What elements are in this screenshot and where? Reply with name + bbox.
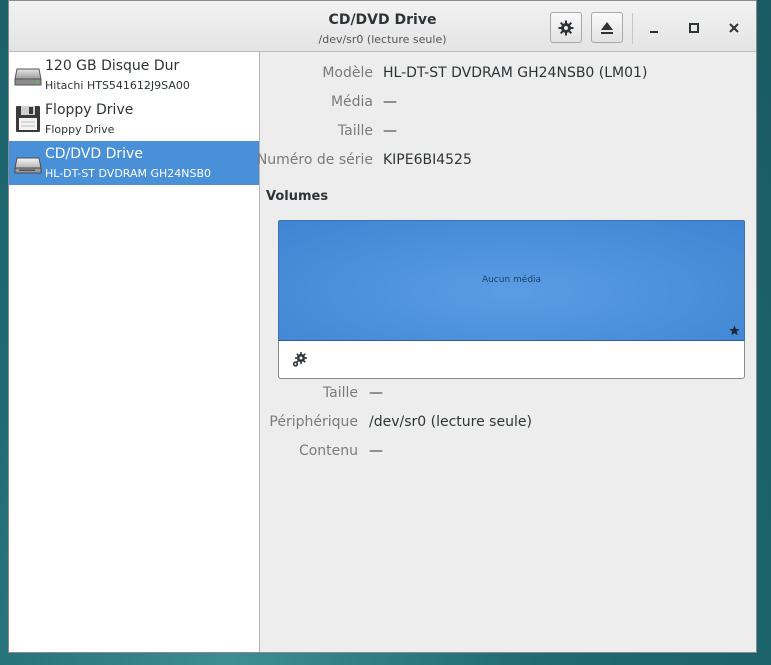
gear-icon [558, 20, 574, 35]
volumes-heading: Volumes [266, 189, 329, 204]
minimize-icon [650, 31, 658, 33]
device-description: Floppy Drive [45, 123, 115, 136]
prop-label: Taille [337, 123, 373, 139]
prop-value: — [383, 94, 397, 110]
device-name: CD/DVD Drive [45, 146, 143, 162]
prop-value: HL-DT-ST DVDRAM GH24NSB0 (LM01) [383, 65, 648, 81]
eject-button[interactable] [591, 12, 623, 43]
eject-icon [601, 21, 613, 34]
gears-icon[interactable] [291, 351, 309, 369]
drive-prop-size: Taille — [260, 123, 756, 143]
prop-label: Contenu [298, 443, 358, 459]
device-name: Floppy Drive [45, 102, 134, 118]
drive-details: Modèle HL-DT-ST DVDRAM GH24NSB0 (LM01) M… [256, 52, 756, 652]
drive-settings-button[interactable] [550, 12, 582, 43]
disks-window: CD/DVD Drive /dev/sr0 (lecture seule) 12… [8, 0, 757, 653]
maximize-button[interactable] [682, 16, 706, 40]
device-item-optical[interactable]: CD/DVD Drive HL-DT-ST DVDRAM GH24NSB0 [9, 141, 259, 185]
volume-prop-size: Taille — [260, 385, 756, 405]
drive-prop-serial: Numéro de série KIPE6BI4525 [256, 152, 756, 172]
volume-toolbar [278, 340, 745, 379]
device-item-hard-disk[interactable]: 120 GB Disque Dur Hitachi HTS541612J9SA0… [9, 53, 259, 97]
floppy-icon [16, 106, 40, 132]
volume-prop-device: Périphérique /dev/sr0 (lecture seule) [260, 414, 756, 434]
volume-empty-label: Aucun média [481, 275, 542, 285]
prop-value: — [369, 385, 383, 401]
close-button[interactable] [722, 16, 746, 40]
minimize-button[interactable] [642, 16, 666, 40]
drive-prop-model: Modèle HL-DT-ST DVDRAM GH24NSB0 (LM01) [260, 65, 756, 85]
device-item-floppy[interactable]: Floppy Drive Floppy Drive [9, 97, 259, 141]
prop-label: Taille [322, 385, 358, 401]
maximize-icon [689, 23, 699, 33]
volume-prop-content: Contenu — [260, 443, 756, 463]
device-description: HL-DT-ST DVDRAM GH24NSB0 [45, 167, 212, 180]
prop-value: — [369, 443, 383, 459]
header-bar: CD/DVD Drive /dev/sr0 (lecture seule) [9, 1, 756, 52]
prop-label: Numéro de série [256, 152, 373, 168]
prop-label: Modèle [322, 65, 373, 81]
device-list: 120 GB Disque Dur Hitachi HTS541612J9SA0… [9, 52, 260, 652]
prop-value: — [383, 123, 397, 139]
optical-drive-icon [14, 157, 42, 174]
device-name: 120 GB Disque Dur [45, 58, 180, 74]
star-icon [729, 325, 740, 336]
device-description: Hitachi HTS541612J9SA00 [45, 79, 190, 92]
hard-disk-icon [14, 68, 42, 86]
prop-label: Média [330, 94, 373, 110]
close-icon [729, 23, 739, 33]
drive-prop-media: Média — [260, 94, 756, 114]
prop-label: Périphérique [269, 414, 358, 430]
header-separator [632, 13, 633, 44]
prop-value: /dev/sr0 (lecture seule) [369, 414, 532, 430]
volume-map[interactable]: Aucun média [278, 220, 745, 340]
prop-value: KIPE6BI4525 [383, 152, 472, 168]
